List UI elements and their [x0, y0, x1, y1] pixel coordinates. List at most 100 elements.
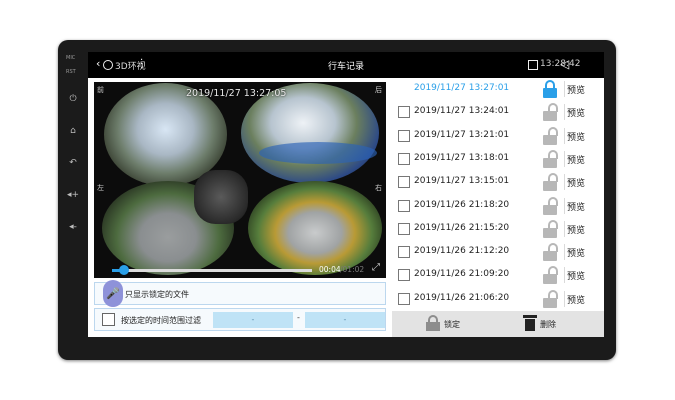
corner-label-rear: 后: [375, 86, 382, 94]
preview-button[interactable]: 预览: [567, 269, 585, 282]
row-checkbox[interactable]: [398, 129, 410, 142]
row-divider: [564, 267, 565, 284]
row-checkbox[interactable]: [398, 106, 410, 119]
recording-row[interactable]: 2019/11/26 21:12:20 预览: [392, 241, 598, 264]
recording-timestamp[interactable]: 2019/11/27 13:18:01: [414, 153, 509, 163]
recording-timestamp[interactable]: 2019/11/26 21:09:20: [414, 269, 509, 279]
time-range-filter: 按选定的时间范围过滤 - - -: [94, 308, 386, 331]
time-range-checkbox[interactable]: [102, 313, 115, 326]
lock-open-icon[interactable]: [542, 149, 558, 168]
recording-list: 2019/11/27 13:27:01 预览 2019/11/27 13:24:01…: [392, 78, 604, 311]
time-range-label: 按选定的时间范围过滤: [121, 316, 201, 325]
recording-row[interactable]: 2019/11/26 21:09:20 预览: [392, 264, 598, 287]
rst-label: RST: [66, 69, 76, 75]
seek-bar-handle[interactable]: [119, 265, 129, 275]
preview-button[interactable]: 预览: [567, 130, 585, 143]
row-checkbox[interactable]: [398, 222, 410, 235]
recording-timestamp[interactable]: 2019/11/27 13:21:01: [414, 130, 509, 140]
row-divider: [564, 290, 565, 307]
row-checkbox[interactable]: [398, 176, 410, 189]
row-checkbox[interactable]: [398, 199, 410, 212]
recording-timestamp[interactable]: 2019/11/26 21:18:20: [414, 200, 509, 210]
recording-row[interactable]: 2019/11/26 21:15:20 预览: [392, 218, 598, 241]
row-checkbox[interactable]: [398, 269, 410, 282]
vehicle-center: [194, 170, 248, 224]
recording-timestamp[interactable]: 2019/11/26 21:12:20: [414, 246, 509, 256]
power-icon[interactable]: ⏻: [67, 93, 79, 105]
total-time: /01:02: [340, 265, 365, 274]
lock-open-icon[interactable]: [542, 243, 558, 262]
row-checkbox[interactable]: [398, 152, 410, 165]
row-divider: [564, 174, 565, 191]
row-checkbox[interactable]: [398, 246, 410, 259]
lock-button[interactable]: 锁定: [444, 319, 460, 330]
lock-open-icon[interactable]: [542, 196, 558, 215]
preview-button[interactable]: 预览: [567, 246, 585, 259]
lock-open-icon[interactable]: [542, 219, 558, 238]
lock-open-icon[interactable]: [542, 126, 558, 145]
volume-down-icon[interactable]: ◂-: [67, 221, 79, 233]
current-time: 00:04: [319, 265, 341, 274]
recording-timestamp[interactable]: 2019/11/26 21:06:20: [414, 293, 509, 303]
action-bar: 锁定 删除: [392, 311, 604, 337]
recording-row[interactable]: 2019/11/26 21:18:20 预览: [392, 195, 598, 218]
microphone-icon[interactable]: 🎤: [103, 280, 123, 307]
screen: ‹ 3D环视 · · · 行车记录 13:28:42 ◁ 2019/11/27 13…: [88, 52, 604, 337]
locked-only-label: 只显示锁定的文件: [125, 290, 189, 299]
page-title: 行车记录: [327, 62, 364, 72]
row-divider: [564, 127, 565, 144]
nav-back-triangle-icon[interactable]: ◁: [560, 57, 569, 71]
video-player[interactable]: 2019/11/27 13:27:05 前 后 左 右 00:04 /01:02…: [94, 82, 386, 278]
recording-row[interactable]: 2019/11/27 13:27:01 预览: [392, 78, 598, 101]
recording-timestamp[interactable]: 2019/11/27 13:24:01: [414, 106, 509, 116]
row-divider: [564, 104, 565, 121]
lock-icon[interactable]: [426, 315, 440, 331]
delete-button[interactable]: 删除: [540, 319, 556, 330]
preview-button[interactable]: 预览: [567, 223, 585, 236]
date-to-field[interactable]: -: [305, 312, 385, 328]
recording-row[interactable]: 2019/11/27 13:21:01 预览: [392, 125, 598, 148]
lock-open-icon[interactable]: [542, 103, 558, 122]
row-divider: [564, 244, 565, 261]
recording-row[interactable]: 2019/11/27 13:24:01 预览: [392, 101, 598, 124]
fullscreen-icon[interactable]: ⤢: [372, 262, 380, 273]
preview-button[interactable]: 预览: [567, 200, 585, 213]
row-divider: [564, 81, 565, 97]
row-divider: [564, 220, 565, 237]
preview-button[interactable]: 预览: [567, 153, 585, 166]
seek-bar[interactable]: [112, 265, 312, 275]
recording-timestamp[interactable]: 2019/11/26 21:15:20: [414, 223, 509, 233]
trash-icon[interactable]: [523, 315, 537, 331]
row-divider: [564, 150, 565, 167]
recording-timestamp[interactable]: 2019/11/27 13:15:01: [414, 176, 509, 186]
recording-row[interactable]: 2019/11/27 13:15:01 预览: [392, 171, 598, 194]
preview-button[interactable]: 预览: [567, 106, 585, 119]
lock-closed-icon[interactable]: [542, 80, 558, 98]
status-bar: ‹ 3D环视 · · · 行车记录 13:28:42 ◁: [88, 52, 604, 78]
date-from-field[interactable]: -: [213, 312, 293, 328]
lock-open-icon[interactable]: [542, 289, 558, 308]
range-separator: -: [297, 313, 300, 322]
corner-label-front: 前: [97, 86, 104, 94]
preview-button[interactable]: 预览: [567, 83, 585, 96]
playback-controls: 00:04 /01:02 ⤢: [94, 260, 386, 278]
side-button-rail: MIC RST ⏻ ⌂ ↶ ◂+ ◂-: [60, 55, 86, 255]
preview-button[interactable]: 预览: [567, 293, 585, 306]
road-marking: [259, 142, 377, 164]
volume-up-icon[interactable]: ◂+: [67, 189, 79, 201]
recording-timestamp[interactable]: 2019/11/27 13:27:01: [414, 83, 509, 93]
row-divider: [564, 197, 565, 214]
row-checkbox[interactable]: [398, 292, 410, 305]
home-icon[interactable]: ⌂: [67, 125, 79, 137]
locked-only-filter[interactable]: 🎤 只显示锁定的文件: [94, 280, 386, 307]
recent-apps-icon[interactable]: [528, 60, 538, 70]
preview-button[interactable]: 预览: [567, 176, 585, 189]
recording-row[interactable]: 2019/11/27 13:18:01 预览: [392, 148, 598, 171]
lock-open-icon[interactable]: [542, 173, 558, 192]
recording-row[interactable]: 2019/11/26 21:06:20 预览: [392, 288, 598, 311]
back-icon[interactable]: ↶: [67, 157, 79, 169]
lock-open-icon[interactable]: [542, 266, 558, 285]
corner-label-right: 右: [375, 184, 382, 192]
video-timestamp-overlay: 2019/11/27 13:27:05: [186, 88, 287, 99]
mic-label: MIC: [66, 55, 76, 61]
